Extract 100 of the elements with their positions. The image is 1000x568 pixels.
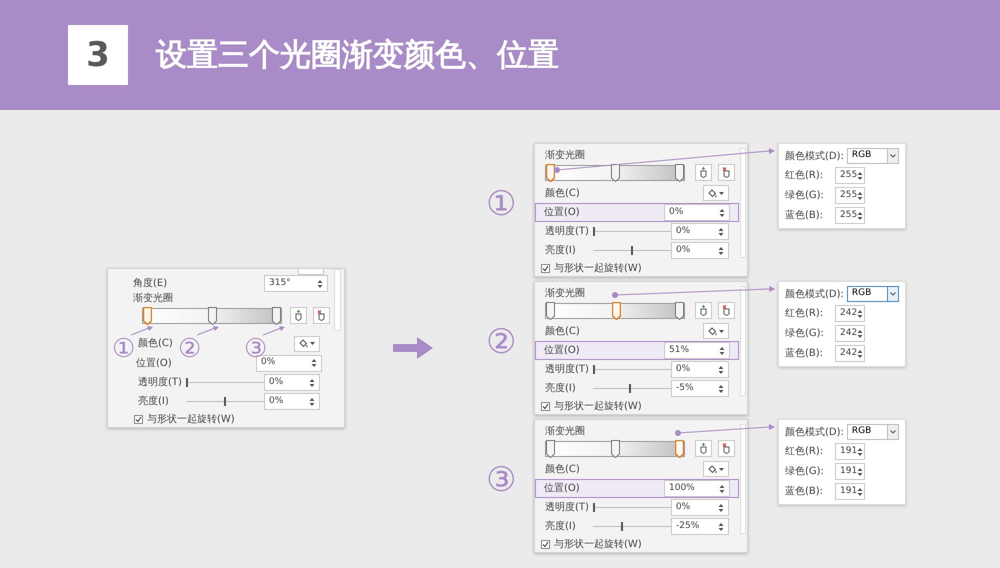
gradient-bar[interactable] xyxy=(142,308,282,324)
spinner-icon[interactable] xyxy=(857,190,864,202)
number-field[interactable]: 100% xyxy=(664,480,730,498)
gradient-stop[interactable] xyxy=(675,440,684,458)
spinner-icon[interactable] xyxy=(317,278,323,290)
spinner-icon[interactable] xyxy=(857,446,864,458)
gradient-stop[interactable] xyxy=(675,164,684,182)
remove-stop-button[interactable] xyxy=(718,164,735,182)
add-stop-button[interactable] xyxy=(695,302,712,320)
scrollbar[interactable] xyxy=(740,424,746,534)
color-mode-dropdown[interactable]: RGB xyxy=(846,424,899,440)
checkbox[interactable] xyxy=(541,264,550,273)
spinner-icon[interactable] xyxy=(857,486,864,498)
checkbox[interactable] xyxy=(541,540,550,549)
spinner-icon[interactable] xyxy=(857,170,864,182)
number-field[interactable]: 0% xyxy=(670,223,729,240)
spinner-icon[interactable] xyxy=(718,244,724,257)
number-field[interactable]: 255 xyxy=(835,187,865,204)
paint-bucket-icon xyxy=(708,464,717,474)
scrollbar[interactable] xyxy=(740,148,746,258)
slider-track[interactable] xyxy=(592,365,671,374)
number-field[interactable]: -25% xyxy=(671,518,729,536)
number-field[interactable]: 191 xyxy=(835,483,865,500)
spinner-icon[interactable] xyxy=(718,226,724,238)
spinner-icon[interactable] xyxy=(719,344,725,357)
number-field[interactable]: 315° xyxy=(264,275,328,292)
gradient-bar[interactable] xyxy=(545,164,685,181)
spinner-icon[interactable] xyxy=(718,364,724,376)
spinner-icon[interactable] xyxy=(718,502,724,514)
slider-track[interactable] xyxy=(592,227,671,236)
fill-color-button[interactable] xyxy=(703,323,729,340)
number-field[interactable]: 51% xyxy=(664,342,730,360)
spinner-icon[interactable] xyxy=(857,210,864,222)
spinner-icon[interactable] xyxy=(309,376,315,388)
spinner-icon[interactable] xyxy=(311,357,317,369)
slider-track[interactable] xyxy=(593,522,671,532)
number-field[interactable]: 255 xyxy=(835,167,865,184)
number-field[interactable]: 0% xyxy=(664,204,730,222)
color-mode-dropdown[interactable]: RGB xyxy=(846,148,899,164)
number-field[interactable]: 0% xyxy=(670,361,729,378)
remove-stop-button[interactable] xyxy=(313,307,330,324)
gradient-stop[interactable] xyxy=(610,440,620,458)
number-field[interactable] xyxy=(298,269,324,275)
slider-thumb[interactable] xyxy=(592,227,595,236)
checkbox[interactable] xyxy=(541,402,550,411)
slider-track[interactable] xyxy=(186,397,264,406)
number-field[interactable]: 242 xyxy=(835,325,865,342)
number-field[interactable]: 0% xyxy=(264,374,320,391)
spinner-icon[interactable] xyxy=(718,520,724,533)
gradient-stop[interactable] xyxy=(272,306,281,325)
field-label: 蓝色(B): xyxy=(785,208,824,223)
remove-stop-button[interactable] xyxy=(718,440,735,458)
number-field[interactable]: 0% xyxy=(264,393,320,410)
spinner-icon[interactable] xyxy=(857,466,864,478)
number-field[interactable]: 242 xyxy=(835,305,865,322)
gradient-stop[interactable] xyxy=(546,302,555,320)
spinner-icon[interactable] xyxy=(857,328,864,340)
gradient-stop[interactable] xyxy=(208,306,216,325)
gradient-bar[interactable] xyxy=(545,302,685,319)
number-field[interactable]: 242 xyxy=(835,345,865,362)
spinner-icon[interactable] xyxy=(718,382,724,395)
number-field[interactable]: 191 xyxy=(835,463,865,480)
slider-track[interactable] xyxy=(186,378,264,387)
slider-track[interactable] xyxy=(593,384,671,394)
number-field[interactable]: 0% xyxy=(671,242,729,260)
number-field[interactable]: 191 xyxy=(835,443,865,460)
slider-thumb[interactable] xyxy=(592,503,595,512)
gradient-stop[interactable] xyxy=(546,440,555,458)
fill-color-button[interactable] xyxy=(703,185,729,202)
slider-thumb[interactable] xyxy=(186,378,188,387)
number-field[interactable]: 255 xyxy=(835,207,865,224)
spinner-icon[interactable] xyxy=(719,206,725,219)
slider-thumb[interactable] xyxy=(592,365,595,374)
gradient-stop[interactable] xyxy=(612,302,621,320)
gradient-bar[interactable] xyxy=(545,440,685,457)
add-stop-button[interactable] xyxy=(695,440,712,458)
slider-thumb[interactable] xyxy=(628,384,631,394)
field-label: 位置(O) xyxy=(544,206,580,220)
slider-thumb[interactable] xyxy=(621,522,624,532)
fill-color-button[interactable] xyxy=(703,461,729,478)
spinner-icon[interactable] xyxy=(719,482,725,495)
number-field[interactable]: -5% xyxy=(671,380,729,398)
slider-track[interactable] xyxy=(593,246,671,256)
gradient-stop[interactable] xyxy=(143,306,152,325)
add-stop-button[interactable] xyxy=(290,307,307,324)
remove-stop-button[interactable] xyxy=(718,302,735,320)
add-stop-button[interactable] xyxy=(695,164,712,182)
fill-color-button[interactable] xyxy=(294,336,320,352)
spinner-icon[interactable] xyxy=(857,348,864,360)
spinner-icon[interactable] xyxy=(309,396,315,408)
scrollbar[interactable] xyxy=(334,269,341,331)
gradient-stop[interactable] xyxy=(675,302,684,320)
gradient-stop[interactable] xyxy=(546,164,555,182)
checkbox[interactable] xyxy=(134,414,143,424)
scrollbar[interactable] xyxy=(740,286,746,396)
gradient-stop[interactable] xyxy=(610,164,620,182)
spinner-icon[interactable] xyxy=(857,308,864,320)
number-field[interactable]: 0% xyxy=(670,499,729,516)
color-mode-dropdown[interactable]: RGB xyxy=(846,286,899,302)
slider-track[interactable] xyxy=(592,503,671,512)
